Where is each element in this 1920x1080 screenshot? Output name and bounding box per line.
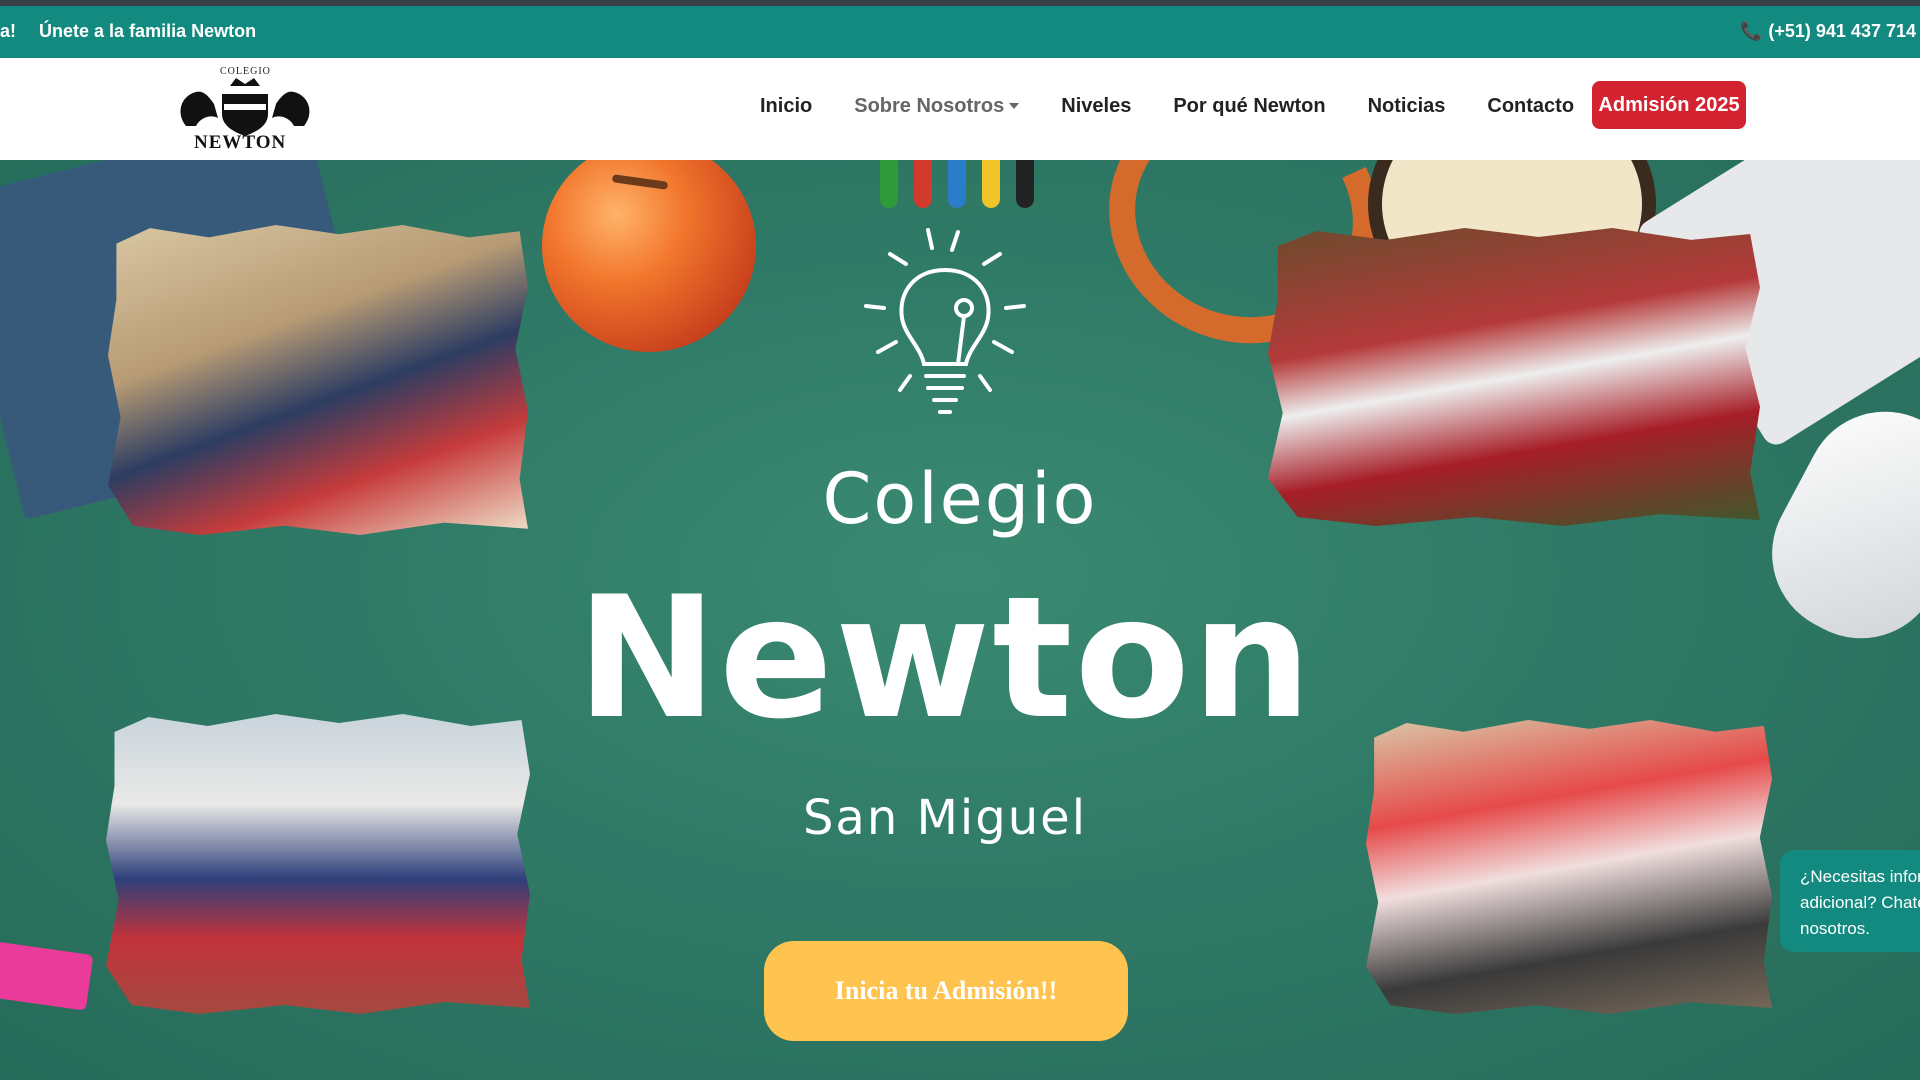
ruler-decoration [0, 941, 94, 1011]
pencil [948, 160, 966, 208]
pencil [982, 160, 1000, 208]
chat-widget[interactable]: ¿Necesitas infor adicional? Chate nosotr… [1780, 850, 1920, 952]
apple-stem [611, 174, 669, 190]
nav-contacto[interactable]: Contacto [1487, 95, 1574, 118]
logo-wordmark: NEWTON [194, 132, 287, 153]
pencil [914, 160, 932, 208]
nav-por-que-newton[interactable]: Por qué Newton [1173, 95, 1325, 118]
nav-sobre-nosotros-label: Sobre Nosotros [854, 94, 1005, 117]
pencil [880, 160, 898, 208]
hero-title-colegio: Colegio [822, 458, 1098, 540]
hero-section: Colegio Newton San Miguel Inicia tu Admi… [0, 160, 1920, 1080]
phone-icon: 📞 [1739, 21, 1763, 41]
admission-button[interactable]: Admisión 2025 [1592, 81, 1746, 129]
students-photo-hoops [106, 714, 530, 1014]
announcement-bar: a! Únete a la familia Newton 📞 (+51) 941… [0, 6, 1920, 58]
apple-decoration [542, 160, 756, 352]
chat-line-1: ¿Necesitas infor [1800, 867, 1920, 886]
nav-inicio[interactable]: Inicio [760, 95, 812, 118]
lightbulb-icon [864, 228, 1026, 414]
pencils-decoration [880, 160, 1070, 210]
pencil [1016, 160, 1034, 208]
nav-niveles[interactable]: Niveles [1061, 95, 1131, 118]
hero-title-newton: Newton [576, 560, 1314, 756]
chat-line-3: nosotros. [1800, 919, 1870, 938]
chevron-down-icon [1009, 103, 1020, 110]
announcement-marquee: a! Únete a la familia Newton [0, 21, 274, 42]
nav-noticias[interactable]: Noticias [1368, 95, 1446, 118]
nav-menu: Inicio Sobre Nosotros Niveles Por qué Ne… [760, 81, 1616, 131]
marquee-text: Únete a la familia Newton [39, 21, 257, 41]
phone-number: (+51) 941 437 714 [1768, 21, 1916, 41]
nav-sobre-nosotros[interactable]: Sobre Nosotros [854, 94, 1020, 118]
hero-title-san-miguel: San Miguel [802, 790, 1088, 846]
phone-contact[interactable]: 📞 (+51) 941 437 714 [1740, 21, 1916, 42]
chat-line-2: adicional? Chate [1800, 893, 1920, 912]
school-logo[interactable]: COLEGIO NEWTON [166, 66, 324, 153]
marquee-prefix: a! [0, 21, 17, 41]
main-navbar: COLEGIO NEWTON Inicio Sobre Nosotros Niv… [0, 58, 1920, 160]
students-photo-christmas [1366, 720, 1772, 1014]
start-admission-button[interactable]: Inicia tu Admisión!! [764, 941, 1128, 1041]
